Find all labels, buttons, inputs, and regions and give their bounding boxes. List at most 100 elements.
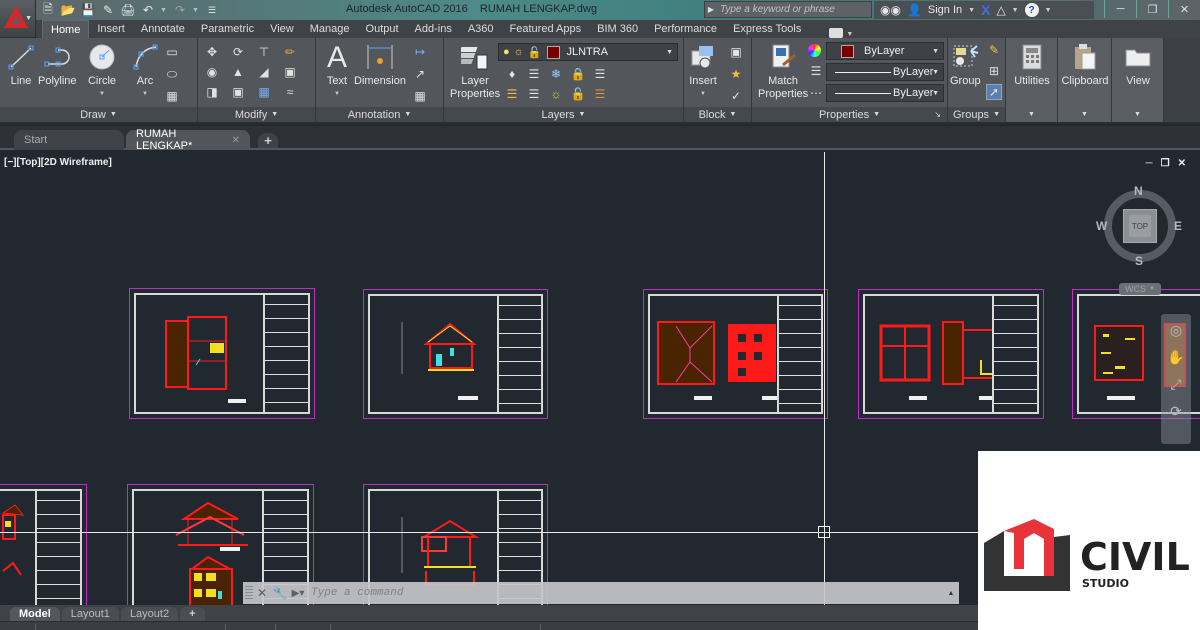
tab-home[interactable]: Home xyxy=(42,20,90,38)
line-button[interactable]: Line xyxy=(6,42,36,88)
tab-output[interactable]: Output xyxy=(358,20,407,38)
status-model-space[interactable] xyxy=(225,624,275,630)
clipboard-panel[interactable]: Clipboard ▼ xyxy=(1058,38,1112,122)
new-tab-button[interactable]: + xyxy=(258,133,278,148)
print-icon[interactable]: 🖨 xyxy=(120,2,136,18)
drawing-sheet-elevation-left[interactable] xyxy=(0,484,87,606)
group-button[interactable]: Group xyxy=(950,42,981,88)
layer-copy-icon[interactable]: ☰ xyxy=(592,66,608,82)
compass-south[interactable]: S xyxy=(1135,254,1143,268)
circle-button[interactable]: Circle ▼ xyxy=(87,42,117,101)
arc-button[interactable]: Arc ▼ xyxy=(130,42,160,101)
tab-annotate[interactable]: Annotate xyxy=(133,20,193,38)
properties-dialog-launcher-icon[interactable]: ↘ xyxy=(934,110,941,119)
hatch-icon[interactable]: ▦ xyxy=(164,88,180,104)
drawing-sheet-floor-plan-1[interactable] xyxy=(129,288,315,419)
close-command-line-icon[interactable]: ✕ xyxy=(253,586,271,600)
layout-tab-layout2[interactable]: Layout2 xyxy=(120,607,179,621)
application-menu-button[interactable]: ▼ xyxy=(0,0,36,38)
a360-icon[interactable]: △ xyxy=(996,3,1005,17)
help-icon[interactable]: ? xyxy=(1024,3,1039,17)
binoculars-icon[interactable]: ◉◉ xyxy=(880,3,901,17)
doc-tab-rumah-lengkap[interactable]: RUMAH LENGKAP* ✕ xyxy=(126,128,250,152)
layer-thaw-all-icon[interactable]: ☼ xyxy=(548,86,564,102)
undo-dropdown-icon[interactable]: ▼ xyxy=(160,7,168,14)
annotation-panel-footer[interactable]: Annotation ▼ xyxy=(316,107,443,122)
viewport-controls-label[interactable]: [−][Top][2D Wireframe] xyxy=(4,157,112,168)
insert-dropdown-icon[interactable]: ▼ xyxy=(700,88,706,101)
utilities-panel[interactable]: Utilities ▼ xyxy=(1006,38,1058,122)
layer-unlock-icon[interactable]: 🔓 xyxy=(528,46,542,59)
layer-merge-icon[interactable]: ☰ xyxy=(592,86,608,102)
layout-tab-layout1[interactable]: Layout1 xyxy=(61,607,119,621)
scale-icon[interactable]: ▣ xyxy=(230,84,246,100)
linetype-dropdown[interactable]: ByLayer ▼ xyxy=(826,84,944,102)
close-tab-icon[interactable]: ✕ xyxy=(232,135,240,146)
customize-qat-icon[interactable]: ☰ xyxy=(204,2,220,18)
circle-dropdown-icon[interactable]: ▼ xyxy=(99,88,105,101)
text-dropdown-icon[interactable]: ▼ xyxy=(334,88,340,101)
text-button[interactable]: A Text ▼ xyxy=(322,42,352,101)
layer-unisolate-icon[interactable]: ☰ xyxy=(504,86,520,102)
redo-dropdown-icon[interactable]: ▼ xyxy=(192,7,200,14)
array-icon[interactable]: ▦ xyxy=(256,84,272,100)
compass-north[interactable]: N xyxy=(1134,184,1143,198)
doc-tab-start[interactable]: Start xyxy=(14,130,124,150)
ribbon-options-caret-icon[interactable]: ▼ xyxy=(846,31,853,38)
layer-previous-icon[interactable]: ☰ xyxy=(526,86,542,102)
move-icon[interactable]: ✥ xyxy=(204,44,220,60)
ungroup-icon[interactable]: ✎ xyxy=(986,42,1002,58)
command-history-toggle-icon[interactable]: ▲ xyxy=(943,590,959,597)
viewport-restore-icon[interactable]: ❐ xyxy=(1161,158,1170,169)
edit-block-icon[interactable]: ★ xyxy=(728,66,744,82)
compass-west[interactable]: W xyxy=(1096,219,1107,233)
tab-express-tools[interactable]: Express Tools xyxy=(725,20,809,38)
properties-panel-footer[interactable]: Properties ▼ ↘ xyxy=(752,107,947,122)
layer-lock-icon[interactable]: 🔒 xyxy=(570,66,586,82)
redo-icon[interactable]: ↷ xyxy=(172,2,188,18)
utilities-button[interactable]: Utilities xyxy=(1010,42,1054,88)
close-window-button[interactable]: ✕ xyxy=(1168,0,1200,18)
pan-icon[interactable]: ✋ xyxy=(1167,349,1184,366)
viewcube-face[interactable]: TOP xyxy=(1123,209,1157,243)
table-icon[interactable]: ▦ xyxy=(412,88,428,104)
clipboard-footer[interactable]: ▼ xyxy=(1058,107,1111,122)
layer-properties-button[interactable]: Layer Properties xyxy=(450,42,500,101)
layer-isolate-icon[interactable]: ♦ xyxy=(504,66,520,82)
undo-icon[interactable]: ↶ xyxy=(140,2,156,18)
layer-unlock-all-icon[interactable]: 🔓 xyxy=(570,86,586,102)
tab-featured-apps[interactable]: Featured Apps xyxy=(502,20,590,38)
compass-east[interactable]: E xyxy=(1174,219,1182,233)
hatch-ellipse-icon[interactable]: ⬭ xyxy=(164,66,180,82)
recent-commands-icon[interactable]: ▶▾ xyxy=(289,588,307,599)
dimension-button[interactable]: Dimension xyxy=(354,42,406,88)
tab-manage[interactable]: Manage xyxy=(302,20,358,38)
layer-match-icon[interactable]: ☰ xyxy=(526,66,542,82)
color-dropdown[interactable]: ByLayer ▼ xyxy=(826,42,944,60)
modify-panel-footer[interactable]: Modify ▼ xyxy=(198,107,315,122)
rotate-icon[interactable]: ⟳ xyxy=(230,44,246,60)
search-expand-icon[interactable]: ▶ xyxy=(705,5,717,14)
layers-panel-footer[interactable]: Layers ▼ xyxy=(444,107,683,122)
save-as-icon[interactable]: ✎ xyxy=(100,2,116,18)
match-properties-button[interactable]: Match Properties xyxy=(758,42,808,101)
polyline-button[interactable]: Polyline xyxy=(38,42,77,88)
clipboard-button[interactable]: Clipboard xyxy=(1060,42,1110,88)
tab-add-ins[interactable]: Add-ins xyxy=(407,20,460,38)
minimize-button[interactable]: ─ xyxy=(1104,0,1136,18)
view-panel[interactable]: View ▼ xyxy=(1112,38,1164,122)
command-input[interactable] xyxy=(307,584,943,602)
viewport-minimize-icon[interactable]: ─ xyxy=(1146,158,1153,169)
a360-dropdown-icon[interactable]: ▼ xyxy=(1012,7,1019,14)
leader-icon[interactable]: ↗ xyxy=(412,66,428,82)
zoom-extents-icon[interactable]: ⤢ xyxy=(1170,376,1181,393)
erase-icon[interactable]: ✏ xyxy=(282,44,298,60)
status-coordinates[interactable] xyxy=(35,624,225,630)
status-drafting-toggles[interactable] xyxy=(330,624,530,630)
explode-icon[interactable]: ▣ xyxy=(282,64,298,80)
stretch-icon[interactable]: ◨ xyxy=(204,84,220,100)
tab-bim360[interactable]: BIM 360 xyxy=(589,20,646,38)
sign-in-dropdown-icon[interactable]: ▼ xyxy=(968,7,975,14)
draw-panel-footer[interactable]: Draw ▼ xyxy=(0,107,197,122)
open-icon[interactable]: 📂 xyxy=(60,2,76,18)
